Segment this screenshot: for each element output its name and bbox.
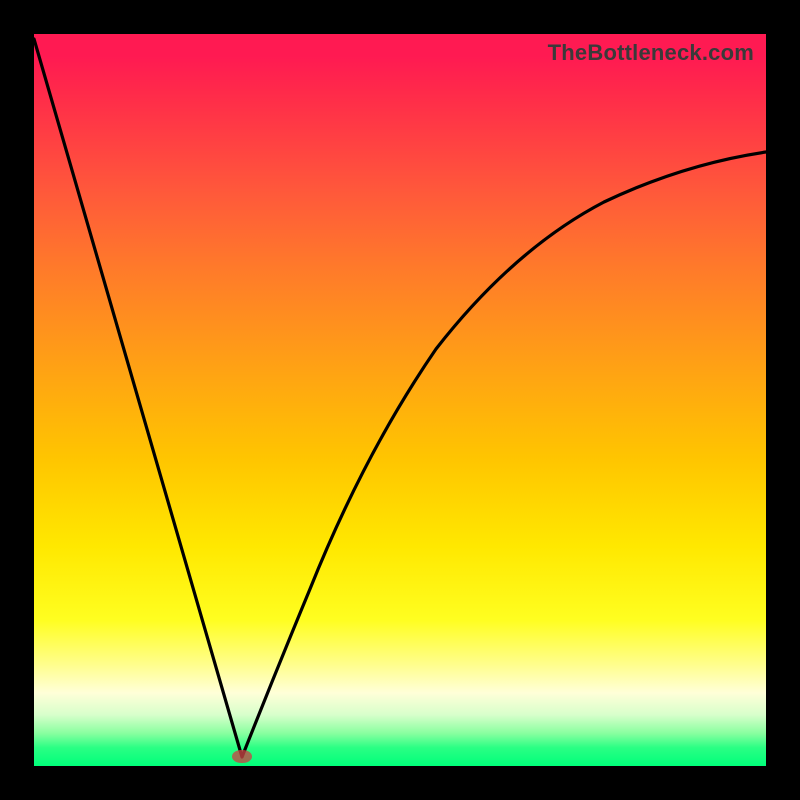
- curve-path: [34, 39, 766, 757]
- optimal-marker: [232, 750, 252, 763]
- plot-area: TheBottleneck.com: [34, 34, 766, 766]
- bottleneck-curve: [34, 34, 766, 766]
- chart-frame: TheBottleneck.com: [0, 0, 800, 800]
